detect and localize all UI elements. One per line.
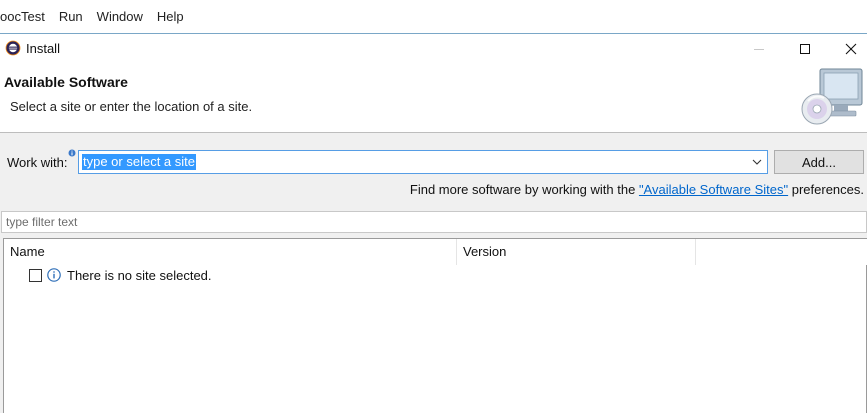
maximize-icon [800,43,810,54]
work-with-combo[interactable]: type or select a site [78,150,768,174]
eclipse-icon [5,40,21,56]
find-more-suffix: preferences. [788,182,864,197]
column-header-version[interactable]: Version [456,239,695,265]
minimize-button[interactable] [736,34,782,63]
wizard-header: Available Software Select a site or ente… [0,63,867,133]
table-header: Name Version [4,239,867,265]
wizard-content: Work with: type or select a site Add... … [0,133,867,413]
filter-input[interactable] [2,212,866,232]
dialog-titlebar[interactable]: Install [0,34,867,63]
maximize-button[interactable] [782,34,828,63]
software-table[interactable]: Name Version There is no site selected. [3,238,867,413]
filter-field[interactable] [1,211,867,233]
minimize-icon [754,48,764,50]
menu-help[interactable]: Help [150,0,191,34]
find-more-text: Find more software by working with the "… [410,182,864,197]
add-site-button[interactable]: Add... [774,150,864,174]
column-header-empty [695,239,867,265]
page-subtitle: Select a site or enter the location of a… [10,99,253,114]
column-header-name[interactable]: Name [4,239,456,265]
work-with-label: Work with: [7,155,68,170]
app-menubar: oocTest Run Window Help [0,0,867,34]
find-more-prefix: Find more software by working with the [409,182,639,197]
table-row[interactable]: There is no site selected. [29,266,212,284]
info-decoration-icon [68,149,76,157]
install-wizard-icon [801,68,863,125]
menu-run[interactable]: Run [52,0,90,34]
chevron-down-icon [752,159,762,165]
menu-window[interactable]: Window [90,0,150,34]
row-checkbox[interactable] [29,268,42,282]
available-software-sites-link[interactable]: "Available Software Sites" [639,182,788,197]
close-icon [845,43,857,54]
dialog-title: Install [26,41,60,56]
row-label: There is no site selected. [67,267,212,283]
page-title: Available Software [4,74,128,90]
menu-project[interactable]: oocTest [0,0,52,34]
install-dialog: Install Available Software Select a site… [0,34,867,413]
work-with-input[interactable]: type or select a site [82,154,196,170]
combo-dropdown-button[interactable] [749,154,765,170]
close-button[interactable] [828,34,867,63]
info-icon [47,268,61,282]
